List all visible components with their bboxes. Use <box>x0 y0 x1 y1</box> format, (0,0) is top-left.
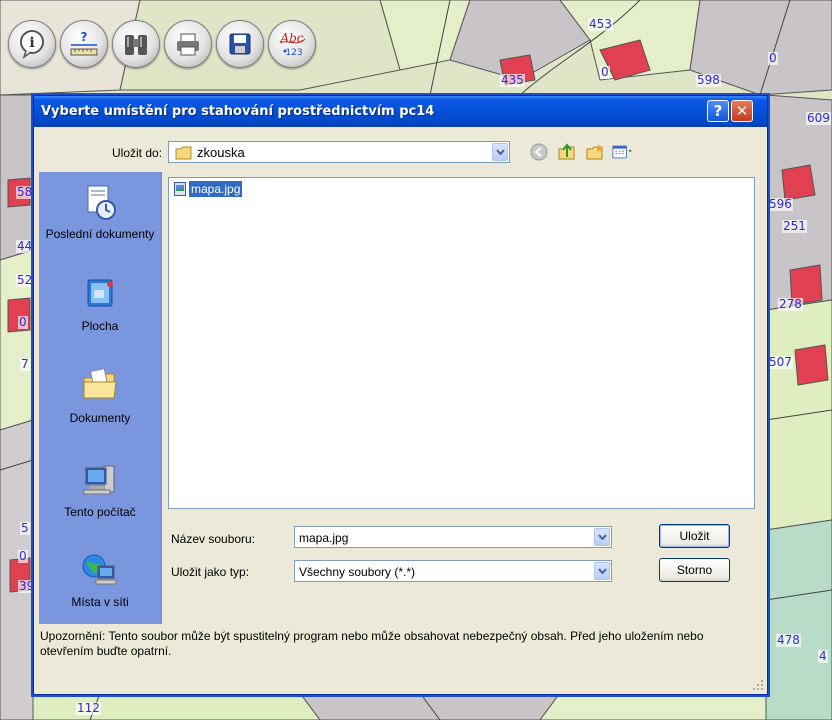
save-type-value: Všechny soubory (*.*) <box>299 565 416 579</box>
info-button[interactable]: i <box>8 20 56 68</box>
view-menu-icon <box>612 145 632 159</box>
svg-text:i: i <box>29 35 34 51</box>
file-name-value: mapa.jpg <box>299 531 349 545</box>
file-item[interactable]: mapa.jpg <box>174 180 243 198</box>
desktop-icon <box>87 279 113 307</box>
parcel-number: 52 <box>16 273 34 287</box>
parcel-number: 112 <box>76 701 101 715</box>
map-toolbar: i ? Abc 123 <box>8 20 316 70</box>
save-map-button[interactable] <box>216 20 264 68</box>
my-computer-icon <box>83 465 115 495</box>
jpg-file-icon <box>174 182 186 196</box>
save-in-value: zkouska <box>197 145 245 160</box>
new-folder-button[interactable] <box>584 142 606 162</box>
print-icon <box>177 33 199 56</box>
place-label: Dokumenty <box>69 411 131 425</box>
parcel-number: 4 <box>818 649 828 663</box>
back-arrow-icon <box>530 143 548 161</box>
save-button[interactable]: Uložit <box>659 524 730 548</box>
save-icon <box>229 33 251 55</box>
parcel-number: 0 <box>18 549 28 563</box>
parcel-number: 507 <box>768 355 793 369</box>
parcel-number: 435 <box>500 73 525 87</box>
up-folder-icon <box>558 143 575 160</box>
parcel-number: 5 <box>20 521 30 535</box>
place-network[interactable]: Místa v síti <box>39 552 161 609</box>
view-menu-button[interactable] <box>612 142 634 162</box>
parcel-number: 0 <box>768 51 778 65</box>
print-button[interactable] <box>164 20 212 68</box>
recent-documents-icon <box>87 185 116 220</box>
place-label: Plocha <box>81 319 119 333</box>
save-in-label: Uložit do: <box>112 146 163 160</box>
places-bar: Poslední dokumenty Plocha Dokumenty Tent… <box>39 172 162 624</box>
save-in-dropdown[interactable]: zkouska <box>168 141 510 163</box>
parcel-number: 596 <box>768 197 793 211</box>
place-recent-documents[interactable]: Poslední dokumenty <box>39 184 161 241</box>
save-dialog: Vyberte umístění pro stahování prostředn… <box>33 95 768 695</box>
abc-123-icon: Abc123 <box>279 31 306 58</box>
file-name-field[interactable]: mapa.jpg <box>294 526 612 548</box>
chevron-down-icon[interactable] <box>492 143 508 161</box>
measure-icon: ? <box>70 30 98 56</box>
info-icon: i <box>20 30 44 59</box>
security-warning: Upozornění: Tento soubor může být spusti… <box>40 629 704 658</box>
parcel-number: 58 <box>16 185 34 199</box>
place-documents[interactable]: Dokumenty <box>39 368 161 425</box>
parcel-number: 478 <box>776 633 801 647</box>
new-folder-icon <box>586 144 603 160</box>
parcel-number: 0 <box>18 315 28 329</box>
resize-grip-icon[interactable] <box>752 679 764 691</box>
file-name: mapa.jpg <box>189 181 243 197</box>
place-my-computer[interactable]: Tento počítač <box>39 462 161 519</box>
place-desktop[interactable]: Plocha <box>39 276 161 333</box>
up-folder-button[interactable] <box>556 142 578 162</box>
network-places-icon <box>82 554 117 585</box>
folder-icon <box>175 146 192 160</box>
place-label: Tento počítač <box>64 505 136 519</box>
binoculars-icon <box>125 35 147 55</box>
measure-button[interactable]: ? <box>60 20 108 68</box>
parcel-number: 7 <box>20 357 30 371</box>
save-type-label: Uložit jako typ: <box>171 565 250 579</box>
dialog-toolbar <box>528 142 634 162</box>
cancel-button[interactable]: Storno <box>659 558 730 582</box>
parcel-number: 609 <box>806 111 831 125</box>
chevron-down-icon[interactable] <box>594 528 610 546</box>
parcel-number: 251 <box>782 219 807 233</box>
parcel-number: 0 <box>600 65 610 79</box>
svg-text:?: ? <box>81 30 88 44</box>
file-name-label: Název souboru: <box>171 532 256 546</box>
dialog-title-bar[interactable]: Vyberte umístění pro stahování prostředn… <box>34 96 767 127</box>
help-button[interactable]: ? <box>707 100 729 122</box>
parcel-number: 598 <box>696 73 721 87</box>
back-button[interactable] <box>528 142 550 162</box>
parcel-number: 278 <box>778 297 803 311</box>
place-label: Místa v síti <box>71 595 129 609</box>
save-type-dropdown[interactable]: Všechny soubory (*.*) <box>294 560 612 582</box>
parcel-number: 453 <box>588 17 613 31</box>
file-list[interactable]: mapa.jpg <box>168 177 755 509</box>
svg-text:123: 123 <box>285 48 302 58</box>
labels-button[interactable]: Abc 123 <box>268 20 316 68</box>
close-button[interactable]: ✕ <box>731 100 753 122</box>
search-button[interactable] <box>112 20 160 68</box>
documents-folder-icon <box>83 368 117 399</box>
place-label: Poslední dokumenty <box>45 227 155 241</box>
dialog-title: Vyberte umístění pro stahování prostředn… <box>41 104 435 119</box>
parcel-number: 44 <box>16 239 34 253</box>
chevron-down-icon[interactable] <box>594 562 610 580</box>
